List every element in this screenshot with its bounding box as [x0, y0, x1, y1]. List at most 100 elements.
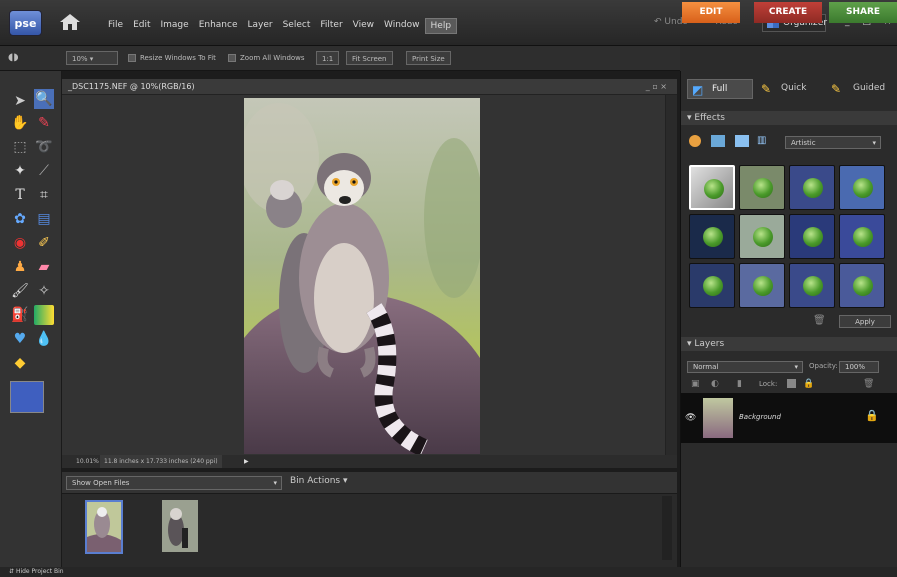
smart-brush-icon[interactable]: ✧ — [34, 281, 54, 301]
full-edit-icon: ◩ — [692, 83, 704, 97]
delete-layer-icon[interactable]: 🗑 — [863, 379, 874, 389]
blur-tool-icon[interactable]: 💧 — [34, 329, 54, 349]
one-to-one-button[interactable]: 1:1 — [316, 51, 340, 65]
document-image[interactable] — [244, 98, 480, 454]
blend-mode-select[interactable]: Normal ▾ — [687, 361, 803, 373]
bin-thumbnail-lemur[interactable] — [162, 500, 198, 552]
adjustment-layer-icon[interactable]: ◐ — [711, 379, 719, 389]
cookie-cutter-icon[interactable]: ✿ — [10, 209, 30, 229]
zoom-level-select[interactable]: 10% ▾ — [66, 51, 118, 65]
tab-edit[interactable]: EDIT — [682, 2, 740, 23]
bin-actions-menu[interactable]: Bin Actions ▾ — [290, 476, 348, 486]
menu-help[interactable]: Help — [424, 18, 458, 34]
edit-full-tab[interactable]: ◩ Full — [687, 79, 753, 99]
menu-enhance[interactable]: Enhance — [194, 18, 243, 34]
toolbox: ➤ 🔍 ✋ ✎ ⬚ ➰ ✦ ⟋ T ⌗ ✿ ▤ ◉ ✐ ♟ ▰ 🖌 ✧ ⛽ ♥ … — [0, 71, 62, 567]
layer-mask-icon[interactable]: ▮ — [737, 379, 742, 389]
clone-stamp-icon[interactable]: ♟ — [10, 257, 30, 277]
delete-effect-icon[interactable]: 🗑 — [813, 315, 826, 326]
marquee-tool-icon[interactable]: ⬚ — [10, 137, 30, 157]
effect-thumb-10[interactable] — [739, 263, 785, 308]
type-tool-icon[interactable]: T — [10, 185, 30, 205]
layer-styles-icon[interactable] — [711, 135, 725, 147]
tab-create[interactable]: CREATE — [754, 2, 822, 23]
effect-thumb-12[interactable] — [839, 263, 885, 308]
edit-guided-tab[interactable]: ✎ Guided — [827, 79, 893, 99]
zoom-status: 10.01% — [76, 458, 99, 465]
lasso-tool-icon[interactable]: ➰ — [34, 137, 54, 157]
effect-thumb-8[interactable] — [839, 214, 885, 259]
layers-panel-header[interactable]: ▾ Layers — [681, 337, 897, 351]
zoom-all-checkbox[interactable]: Zoom All Windows — [228, 51, 305, 65]
selection-brush-icon[interactable]: ⟋ — [34, 161, 54, 181]
effects-title: Effects — [694, 113, 725, 123]
effect-thumb-4[interactable] — [839, 165, 885, 210]
menu-file[interactable]: File — [103, 18, 128, 34]
photo-effects-icon[interactable] — [735, 135, 749, 147]
opacity-field[interactable]: 100% — [839, 361, 879, 373]
crop-tool-icon[interactable]: ⌗ — [34, 185, 54, 205]
document-window-controls-icon[interactable]: _ ▫ × — [646, 79, 667, 95]
app-logo: pse — [9, 10, 42, 36]
effect-thumb-5[interactable] — [689, 214, 735, 259]
menu-select[interactable]: Select — [278, 18, 316, 34]
tab-share[interactable]: SHARE — [829, 2, 897, 23]
status-bar: 10.01% 11.8 inches x 17.733 inches (240 … — [62, 455, 677, 468]
effects-panel-header[interactable]: ▾ Effects — [681, 111, 897, 125]
menu-window[interactable]: Window — [379, 18, 425, 34]
bin-actions-label: Bin Actions — [290, 476, 341, 486]
effect-thumb-9[interactable] — [689, 263, 735, 308]
bin-scrollbar[interactable] — [662, 496, 672, 560]
zoom-all-label: Zoom All Windows — [240, 54, 305, 62]
lock-all-icon[interactable]: 🔒 — [803, 379, 814, 389]
resize-windows-checkbox[interactable]: Resize Windows To Fit — [128, 51, 216, 65]
straighten-tool-icon[interactable]: ▤ — [34, 209, 54, 229]
hand-tool-icon[interactable]: ✋ — [10, 113, 30, 133]
eraser-tool-icon[interactable]: ▰ — [34, 257, 54, 277]
foreground-color-swatch[interactable] — [10, 381, 44, 413]
menu-layer[interactable]: Layer — [243, 18, 278, 34]
bin-thumbnail-lemur-selected[interactable] — [85, 500, 123, 554]
effect-thumb-1[interactable] — [689, 165, 735, 210]
magic-wand-tool-icon[interactable]: ✦ — [10, 161, 30, 181]
eyedropper-tool-icon[interactable]: ✎ — [34, 113, 54, 133]
apply-effect-button[interactable]: Apply — [839, 315, 891, 328]
effect-thumb-7[interactable] — [789, 214, 835, 259]
menu-edit[interactable]: Edit — [128, 18, 155, 34]
move-tool-icon[interactable]: ➤ — [10, 91, 30, 111]
home-icon[interactable] — [58, 11, 82, 33]
menu-filter[interactable]: Filter — [315, 18, 347, 34]
brush-tool-icon[interactable]: 🖌 — [10, 281, 30, 301]
layer-row-background[interactable]: 👁 Background 🔒 — [681, 393, 897, 443]
effect-thumb-3[interactable] — [789, 165, 835, 210]
red-eye-tool-icon[interactable]: ◉ — [10, 233, 30, 253]
menu-view[interactable]: View — [348, 18, 379, 34]
sponge-tool-icon[interactable]: ◆ — [10, 353, 30, 373]
gradient-tool-icon[interactable] — [34, 305, 54, 325]
status-menu-arrow-icon[interactable]: ▶ — [244, 455, 249, 468]
canvas-vertical-scrollbar[interactable] — [665, 95, 677, 455]
menu-image[interactable]: Image — [156, 18, 194, 34]
new-layer-icon[interactable]: ▣ — [691, 379, 700, 389]
zoom-tool-icon[interactable]: 🔍 — [34, 89, 54, 109]
edit-full-label: Full — [712, 84, 728, 94]
healing-brush-icon[interactable]: ✐ — [34, 233, 54, 253]
effect-thumb-6[interactable] — [739, 214, 785, 259]
zoom-in-out-icon[interactable]: ◖◗ — [8, 52, 19, 63]
paint-bucket-icon[interactable]: ⛽ — [10, 305, 30, 325]
layer-visibility-eye-icon[interactable]: 👁 — [685, 413, 696, 423]
filters-icon[interactable] — [689, 135, 701, 147]
lock-transparency-icon[interactable] — [787, 379, 796, 388]
hide-project-bin-toggle[interactable]: ⇵ Hide Project Bin — [0, 567, 897, 577]
effects-category-select[interactable]: Artistic ▾ — [785, 136, 881, 149]
fit-screen-button[interactable]: Fit Screen — [346, 51, 393, 65]
print-size-button[interactable]: Print Size — [406, 51, 451, 65]
effect-thumb-11[interactable] — [789, 263, 835, 308]
blend-mode-value: Normal — [693, 363, 719, 371]
all-effects-icon[interactable]: ▥ — [757, 135, 773, 149]
edit-quick-tab[interactable]: ✎ Quick — [757, 79, 819, 99]
effect-thumb-2[interactable] — [739, 165, 785, 210]
document-tab[interactable]: _DSC1175.NEF @ 10%(RGB/16) _ ▫ × — [62, 79, 677, 95]
custom-shape-icon[interactable]: ♥ — [10, 329, 30, 349]
show-open-files-select[interactable]: Show Open Files ▾ — [66, 476, 282, 490]
